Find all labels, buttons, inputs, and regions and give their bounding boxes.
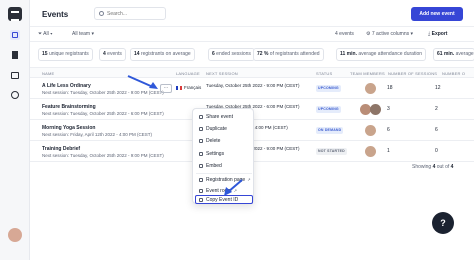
columns-dropdown[interactable]: ⚙ 7 active columns ▾ — [366, 31, 413, 37]
stat-card: 4 events — [99, 48, 126, 61]
other-count: 2 — [435, 106, 438, 112]
share-icon — [199, 114, 203, 119]
other-count: 6 — [435, 127, 438, 133]
calendar-nav-icon[interactable] — [10, 70, 20, 80]
menu-item-registration-page[interactable]: Registration page ↗ — [199, 175, 253, 184]
stat-card: 14 registrants on average — [130, 48, 195, 61]
external-link-icon: ↗ — [233, 188, 237, 193]
event-next-session: Next session: Tuesday, October 25th 2022… — [42, 153, 164, 158]
page-icon — [199, 177, 203, 182]
gear-icon — [199, 151, 203, 156]
menu-item-share-event[interactable]: Share event — [199, 113, 253, 122]
event-name[interactable]: Training Debrief — [42, 146, 80, 152]
stat-card: 6 ended sessions — [208, 48, 255, 61]
event-name[interactable]: Morning Yoga Session — [42, 125, 95, 131]
stat-card: 61 min. average — [433, 48, 474, 61]
column-header[interactable]: NEXT SESSION — [206, 71, 238, 76]
event-next-session: Next session: Tuesday, October 25th 2022… — [42, 90, 164, 95]
copy-icon — [199, 197, 203, 202]
bookmark-nav-icon[interactable] — [10, 50, 20, 60]
team-dropdown[interactable]: All team ▾ — [72, 31, 94, 37]
other-count: 0 — [435, 148, 438, 154]
menu-item-event-room[interactable]: Event room ↗ — [199, 186, 253, 195]
table-row[interactable]: A Life Less Ordinary Next session: Tuesd… — [30, 79, 474, 99]
event-name[interactable]: A Life Less Ordinary — [42, 83, 91, 89]
external-link-icon: ↗ — [247, 177, 251, 182]
app-logo[interactable] — [8, 7, 22, 21]
next-session-cell: Tuesday, October 25th 2022 - 9:00 PM (CE… — [206, 83, 300, 88]
status-badge: UPCOMING — [316, 106, 341, 113]
column-header[interactable]: TEAM MEMBERS — [350, 71, 385, 76]
menu-item-embed[interactable]: Embed — [199, 162, 253, 171]
row-actions-button[interactable]: ··· — [160, 84, 172, 93]
page-title: Events — [42, 10, 69, 19]
row-actions-menu: Share event Duplicate Delete Settings Em… — [192, 108, 254, 204]
search-icon — [99, 11, 104, 16]
sessions-count: 6 — [387, 127, 390, 133]
code-icon — [199, 163, 203, 168]
column-header[interactable]: NUMBER O — [442, 71, 465, 76]
export-button[interactable]: ⤓ Export — [428, 31, 447, 37]
duplicate-icon — [199, 126, 203, 131]
user-avatar[interactable] — [8, 228, 22, 242]
status-badge: NOT STARTED — [316, 148, 347, 155]
filter-bar: ⏷ All ▾ All team ▾ 4 events ⚙ 7 active c… — [30, 26, 474, 42]
menu-item-settings[interactable]: Settings — [199, 150, 253, 159]
filter-all-dropdown[interactable]: ⏷ All ▾ — [38, 31, 53, 37]
app-window: Events Add new event ⏷ All ▾ All team ▾ … — [0, 0, 474, 260]
avatar — [370, 104, 381, 115]
pagination-info: Showing 4 out of 4 — [412, 164, 454, 170]
event-name[interactable]: Feature Brainstorming — [42, 104, 96, 110]
search-box[interactable] — [94, 7, 166, 20]
column-header[interactable]: NUMBER OF SESSIONS — [388, 71, 437, 76]
menu-item-copy-event-id[interactable]: Copy Event ID — [195, 195, 253, 204]
menu-divider — [196, 173, 252, 174]
column-header[interactable]: STATUS — [316, 71, 332, 76]
events-nav-icon[interactable] — [10, 30, 20, 40]
left-sidebar — [0, 0, 30, 260]
sessions-count: 18 — [387, 85, 393, 91]
avatar — [365, 83, 376, 94]
avatar — [365, 146, 376, 157]
events-count: 4 events — [335, 31, 354, 37]
column-header[interactable]: LANGUAGE — [176, 71, 200, 76]
column-header[interactable]: NAME — [42, 71, 54, 76]
avatar — [365, 125, 376, 136]
menu-item-delete[interactable]: Delete — [199, 137, 253, 146]
main-content: Events Add new event ⏷ All ▾ All team ▾ … — [30, 0, 474, 260]
search-input[interactable] — [107, 9, 165, 19]
stat-card: 11 min. average attendance duration — [336, 48, 427, 61]
france-flag-icon — [176, 85, 182, 90]
status-badge: ON DEMAND — [316, 127, 344, 134]
stat-card: 15 unique registrants — [38, 48, 93, 61]
menu-item-duplicate[interactable]: Duplicate — [199, 125, 253, 134]
language-cell: Français — [176, 85, 201, 90]
add-new-event-button[interactable]: Add new event — [411, 7, 463, 21]
status-badge: UPCOMING — [316, 85, 341, 92]
other-count: 12 — [435, 85, 441, 91]
table-header: NAME LANGUAGE NEXT SESSION STATUS TEAM M… — [30, 67, 474, 78]
event-next-session: Next session: Friday, April 12th 2022 - … — [42, 132, 152, 137]
event-next-session: Next session: Tuesday, October 25th 2022… — [42, 111, 164, 116]
trash-icon — [199, 138, 203, 143]
settings-nav-icon[interactable] — [10, 90, 20, 100]
stat-card: 72 % of registrants attended — [253, 48, 324, 61]
sessions-count: 1 — [387, 148, 390, 154]
room-icon — [199, 188, 203, 193]
sessions-count: 3 — [387, 106, 390, 112]
help-button[interactable]: ? — [432, 212, 454, 234]
